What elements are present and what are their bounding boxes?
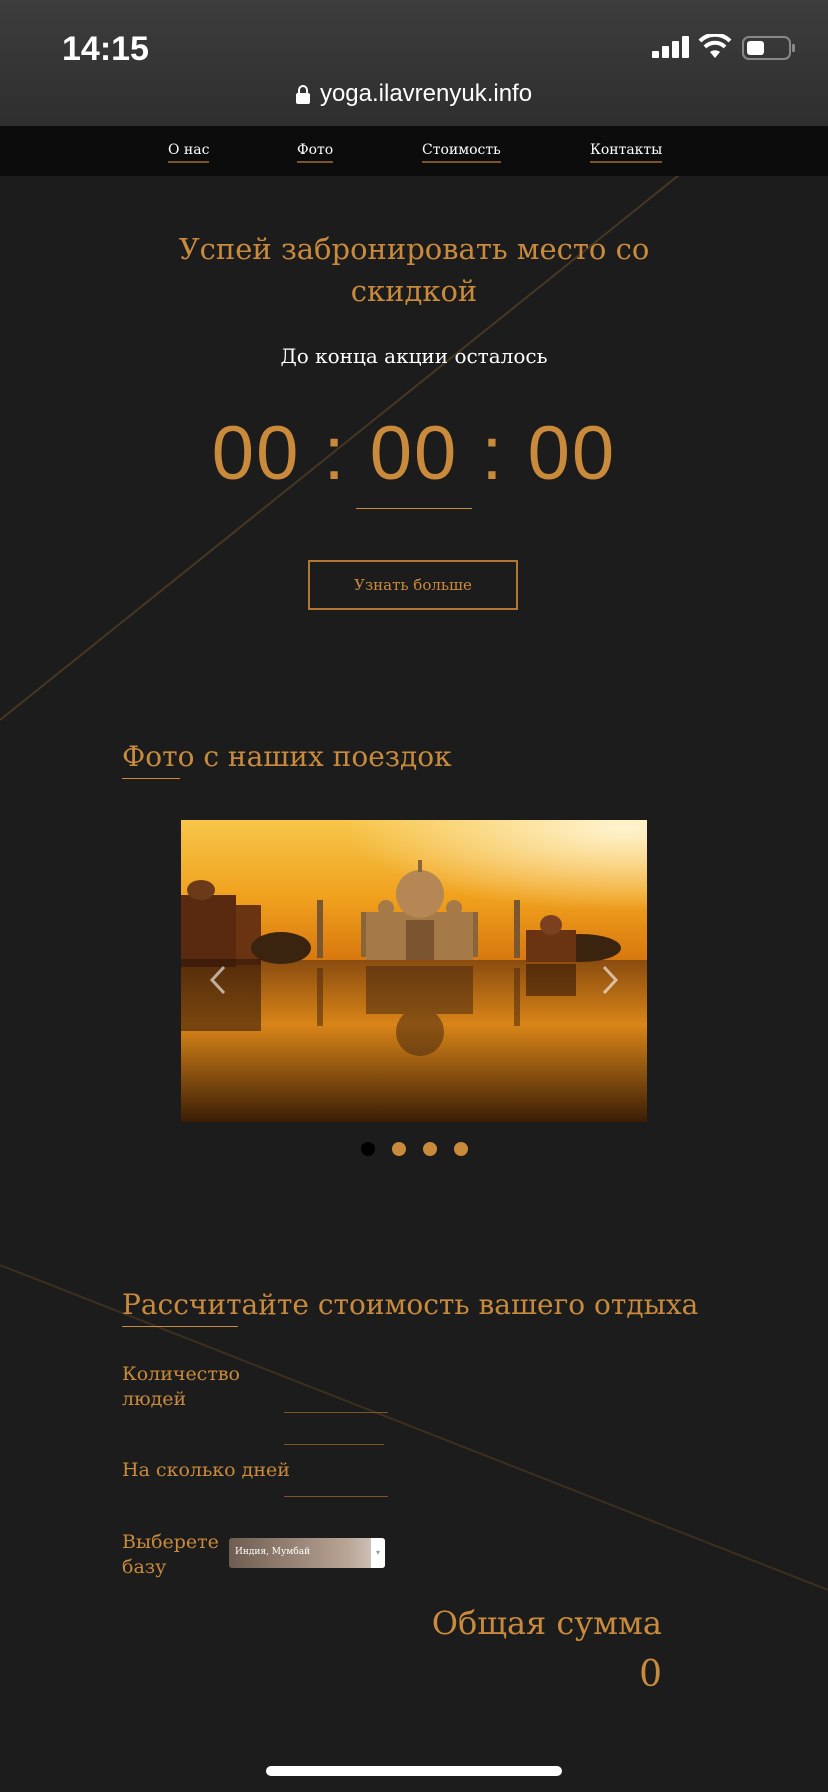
promo-title: Успей забронировать место со скидкой — [178, 232, 650, 308]
timer-separator: : — [323, 411, 347, 496]
url-text: yoga.ilavrenyuk.info — [319, 80, 533, 107]
calculator-title-underline — [122, 1326, 238, 1327]
timer-minutes: 00 — [369, 411, 459, 496]
nav-item-price[interactable]: Стоимость — [422, 142, 501, 163]
nav-item-about[interactable]: О нас — [168, 142, 210, 163]
people-count-label: Количество людей — [122, 1363, 240, 1410]
days-label: На сколько дней — [122, 1459, 290, 1481]
nav-item-photo[interactable]: Фото — [297, 142, 334, 163]
chevron-down-icon: ▾ — [371, 1538, 385, 1568]
people-count-input[interactable] — [284, 1380, 388, 1413]
timer-separator: : — [481, 411, 505, 496]
top-navigation: О нас Фото Стоимость Контакты — [0, 126, 828, 176]
base-select-value: Индия, Мумбай — [235, 1547, 311, 1557]
taj-mahal-photo — [181, 820, 647, 1122]
timer-underline — [356, 508, 472, 509]
gallery-title-underline — [122, 778, 180, 779]
slider-dot[interactable] — [392, 1142, 406, 1156]
countdown-timer: 00 : 00 : 00 — [0, 410, 828, 497]
chevron-right-icon[interactable] — [600, 965, 620, 995]
gallery-title: Фото с наших поездок — [122, 740, 452, 773]
wifi-icon — [698, 34, 732, 58]
battery-icon — [742, 36, 795, 60]
status-time: 14:15 — [62, 30, 149, 68]
learn-more-button[interactable]: Узнать больше — [308, 560, 518, 610]
timer-hours: 00 — [211, 411, 301, 496]
base-label: Выберете базу — [122, 1531, 219, 1578]
cellular-signal-icon — [652, 36, 689, 58]
slider-dot[interactable] — [454, 1142, 468, 1156]
promo-subtitle: До конца акции осталось — [280, 344, 548, 368]
total-label: Общая сумма — [431, 1604, 662, 1642]
address-bar[interactable]: yoga.ilavrenyuk.info — [0, 80, 828, 108]
chevron-left-icon[interactable] — [208, 965, 228, 995]
slider-dot[interactable] — [361, 1142, 375, 1156]
photo-slider[interactable] — [181, 820, 647, 1122]
days-input[interactable] — [284, 1464, 388, 1497]
home-indicator[interactable] — [266, 1766, 562, 1776]
lock-icon — [295, 85, 310, 104]
input-divider — [284, 1414, 384, 1445]
calculator-title: Рассчитайте стоимость вашего отдыха — [122, 1288, 699, 1321]
total-value: 0 — [639, 1654, 662, 1695]
timer-seconds: 00 — [527, 411, 617, 496]
base-select[interactable]: Индия, Мумбай ▾ — [229, 1538, 385, 1568]
nav-item-contacts[interactable]: Контакты — [590, 142, 663, 163]
status-bar: 14:15 yoga.ilavrenyuk.info — [0, 0, 828, 126]
slider-dot[interactable] — [423, 1142, 437, 1156]
